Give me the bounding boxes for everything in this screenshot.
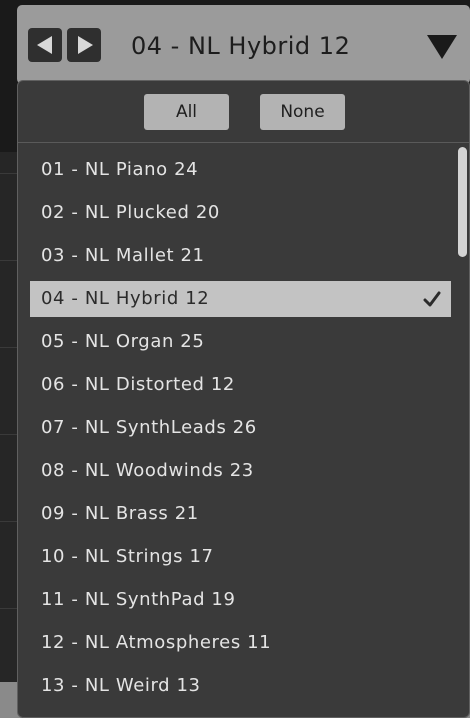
checkmark-icon <box>423 291 441 307</box>
next-preset-button[interactable] <box>67 28 101 62</box>
list-item[interactable]: 05 - NL Organ 25 <box>30 324 451 360</box>
list-item-selected[interactable]: 04 - NL Hybrid 12 <box>30 281 451 317</box>
scrollbar-thumb[interactable] <box>458 147 467 257</box>
select-all-button[interactable]: All <box>144 94 229 130</box>
list-item[interactable]: 01 - NL Piano 24 <box>30 152 451 188</box>
list-item-label: 12 - NL Atmospheres 11 <box>41 632 272 653</box>
selected-preset-title[interactable]: 04 - NL Hybrid 12 <box>131 31 350 61</box>
list-item-label: 11 - NL SynthPad 19 <box>41 589 236 610</box>
list-item-label: 04 - NL Hybrid 12 <box>41 288 210 309</box>
previous-preset-button[interactable] <box>28 28 62 62</box>
list-item-label: 07 - NL SynthLeads 26 <box>41 417 257 438</box>
list-item[interactable]: 02 - NL Plucked 20 <box>30 195 451 231</box>
select-none-button[interactable]: None <box>260 94 345 130</box>
list-item-label: 09 - NL Brass 21 <box>41 503 199 524</box>
list-item[interactable]: 11 - NL SynthPad 19 <box>30 582 451 618</box>
list-item[interactable]: 13 - NL Weird 13 <box>30 668 451 704</box>
selection-toolbar: All None <box>18 81 469 143</box>
preset-selector[interactable]: 04 - NL Hybrid 12 <box>17 5 470 84</box>
list-item[interactable]: 06 - NL Distorted 12 <box>30 367 451 403</box>
list-item-label: 02 - NL Plucked 20 <box>41 202 220 223</box>
list-item[interactable]: 12 - NL Atmospheres 11 <box>30 625 451 661</box>
list-item[interactable]: 10 - NL Strings 17 <box>30 539 451 575</box>
list-item-label: 05 - NL Organ 25 <box>41 331 205 352</box>
list-item-label: 13 - NL Weird 13 <box>41 675 201 696</box>
list-item[interactable]: 07 - NL SynthLeads 26 <box>30 410 451 446</box>
list-item-label: 06 - NL Distorted 12 <box>41 374 235 395</box>
list-item-label: 10 - NL Strings 17 <box>41 546 214 567</box>
list-item[interactable]: 03 - NL Mallet 21 <box>30 238 451 274</box>
triangle-down-icon[interactable] <box>427 35 457 59</box>
preset-dropdown-window: 04 - NL Hybrid 12 All None 01 - NL Piano… <box>0 0 470 718</box>
triangle-right-icon <box>77 36 93 54</box>
list-item-label: 08 - NL Woodwinds 23 <box>41 460 254 481</box>
list-item[interactable]: 09 - NL Brass 21 <box>30 496 451 532</box>
list-item-label: 01 - NL Piano 24 <box>41 159 199 180</box>
list-item-label: 03 - NL Mallet 21 <box>41 245 205 266</box>
triangle-left-icon <box>36 36 52 54</box>
list-item[interactable]: 08 - NL Woodwinds 23 <box>30 453 451 489</box>
dropdown-panel: All None 01 - NL Piano 24 02 - NL Plucke… <box>17 80 470 718</box>
